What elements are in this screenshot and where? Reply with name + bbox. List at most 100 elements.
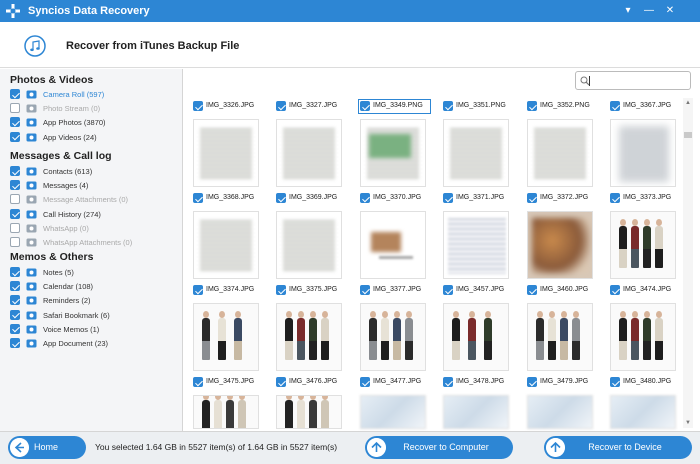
sidebar-item[interactable]: Photo Stream (0) [10, 103, 180, 115]
category-checkbox[interactable] [10, 166, 20, 176]
sidebar-item[interactable]: WhatsApp Attachments (0) [10, 237, 180, 249]
person-figure [631, 219, 639, 268]
sidebar-item[interactable]: Messages (4) [10, 180, 180, 192]
photo-thumbnail[interactable] [276, 303, 342, 371]
photo-thumbnail[interactable] [443, 211, 509, 279]
photo-thumbnail[interactable] [193, 395, 259, 429]
whatsapp-icon [26, 224, 37, 233]
photo-checkbox[interactable] [276, 193, 286, 203]
home-button[interactable]: Home [8, 436, 86, 459]
photo-checkbox[interactable] [443, 377, 453, 387]
photo-checkbox[interactable] [360, 285, 370, 295]
photo-checkbox[interactable] [610, 101, 620, 111]
photo-checkbox[interactable] [276, 285, 286, 295]
scroll-thumb[interactable] [684, 132, 692, 138]
calendar-icon [26, 282, 37, 291]
photo-thumbnail[interactable] [276, 119, 342, 187]
sidebar-item-label: Reminders (2) [43, 296, 91, 306]
sidebar-item[interactable]: Voice Memos (1) [10, 323, 180, 336]
photo-checkbox[interactable] [610, 285, 620, 295]
photo-thumbnail[interactable] [193, 119, 259, 187]
photo-checkbox[interactable] [610, 193, 620, 203]
photo-thumbnail[interactable] [276, 395, 342, 429]
category-checkbox[interactable] [10, 338, 20, 348]
category-checkbox[interactable] [10, 180, 20, 191]
sidebar-item[interactable]: Call History (274) [10, 208, 180, 221]
photo-checkbox[interactable] [193, 377, 203, 387]
sidebar-item[interactable]: WhatsApp (0) [10, 222, 180, 235]
sidebar-item[interactable]: App Photos (3870) [10, 117, 180, 129]
photo-checkbox[interactable] [527, 193, 537, 203]
video-icon [26, 133, 37, 142]
photo-checkbox[interactable] [527, 377, 537, 387]
photo-thumbnail[interactable] [360, 303, 426, 371]
category-checkbox[interactable] [10, 237, 20, 247]
category-checkbox[interactable] [10, 208, 20, 219]
photo-thumbnail[interactable] [443, 303, 509, 371]
photo-checkbox[interactable] [610, 377, 620, 387]
sidebar-item[interactable]: Contacts (613) [10, 166, 180, 178]
notes-icon [26, 268, 37, 277]
category-checkbox[interactable] [10, 103, 20, 114]
photo-checkbox[interactable] [193, 193, 203, 203]
photo-checkbox[interactable] [443, 285, 453, 295]
photo-thumbnail[interactable] [276, 211, 342, 279]
category-checkbox[interactable] [10, 281, 20, 292]
category-checkbox[interactable] [10, 267, 20, 277]
photo-thumbnail[interactable] [527, 395, 593, 429]
recover-to-computer-button[interactable]: Recover to Computer [365, 436, 513, 459]
close-button[interactable]: ✕ [662, 3, 678, 18]
category-checkbox[interactable] [10, 222, 20, 233]
category-checkbox[interactable] [10, 117, 20, 128]
photo-filename: IMG_3371.JPG [456, 194, 505, 201]
category-checkbox[interactable] [10, 131, 20, 142]
photo-checkbox[interactable] [527, 285, 537, 295]
sidebar-item[interactable]: Notes (5) [10, 267, 180, 279]
photo-checkbox[interactable] [276, 377, 286, 387]
sidebar-item[interactable]: Camera Roll (597) [10, 89, 180, 101]
search-input[interactable] [575, 71, 691, 90]
sidebar-item[interactable]: Safari Bookmark (6) [10, 309, 180, 322]
sidebar-item[interactable]: Message Attachments (0) [10, 194, 180, 206]
minimize-button[interactable]: — [641, 3, 657, 18]
vertical-scrollbar[interactable]: ▲ ▼ [683, 98, 693, 428]
photo-thumbnail[interactable] [610, 211, 676, 279]
person-figure [631, 311, 639, 360]
photo-checkbox[interactable] [527, 101, 537, 111]
photo-thumbnail[interactable] [527, 211, 593, 279]
photo-checkbox[interactable] [443, 193, 453, 203]
sidebar-item[interactable]: App Videos (24) [10, 131, 180, 144]
photo-thumbnail[interactable] [360, 395, 426, 429]
photo-thumbnail[interactable] [193, 211, 259, 279]
category-checkbox[interactable] [10, 323, 20, 334]
photo-thumbnail[interactable] [360, 211, 426, 279]
photo-thumbnail[interactable] [610, 395, 676, 429]
photo-thumbnail[interactable] [193, 303, 259, 371]
photo-thumbnail[interactable] [527, 303, 593, 371]
photo-checkbox[interactable] [276, 101, 286, 111]
photo-checkbox[interactable] [443, 101, 453, 111]
menu-button[interactable]: ▾ [620, 3, 636, 18]
category-checkbox[interactable] [10, 295, 20, 306]
photo-checkbox[interactable] [193, 101, 203, 111]
photo-thumbnail[interactable] [610, 303, 676, 371]
category-checkbox[interactable] [10, 194, 20, 205]
scroll-down-arrow[interactable]: ▼ [683, 418, 693, 428]
category-checkbox[interactable] [10, 309, 20, 320]
photo-thumbnail[interactable] [443, 119, 509, 187]
photo-thumbnail[interactable] [360, 119, 426, 187]
photo-thumbnail[interactable] [527, 119, 593, 187]
category-checkbox[interactable] [10, 89, 20, 99]
photo-checkbox[interactable] [193, 285, 203, 295]
photo-thumbnail[interactable] [610, 119, 676, 187]
sidebar-item[interactable]: App Document (23) [10, 338, 180, 350]
recover-to-device-button[interactable]: Recover to Device [544, 436, 692, 459]
sidebar-item[interactable]: Calendar (108) [10, 281, 180, 293]
photo-checkbox[interactable] [360, 377, 370, 387]
sidebar-item[interactable]: Reminders (2) [10, 295, 180, 307]
photo-checkbox[interactable] [360, 101, 370, 111]
scroll-up-arrow[interactable]: ▲ [683, 98, 693, 108]
sidebar-item-label: Messages (4) [43, 181, 89, 191]
photo-thumbnail[interactable] [443, 395, 509, 429]
photo-checkbox[interactable] [360, 193, 370, 203]
